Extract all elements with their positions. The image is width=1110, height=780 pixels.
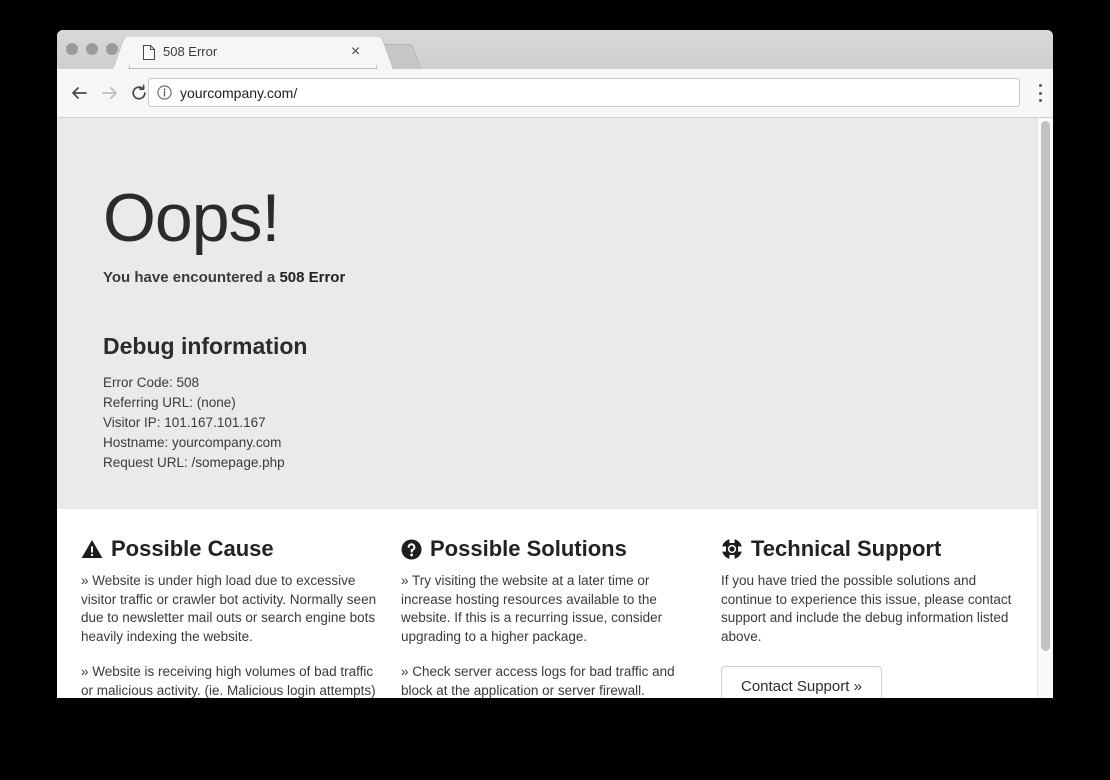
back-arrow-icon[interactable]	[64, 78, 94, 108]
page-content: Oops! You have encountered a 508 Error D…	[57, 118, 1037, 698]
debug-heading: Debug information	[103, 333, 308, 359]
error-subtitle-prefix: You have encountered a	[103, 269, 280, 286]
contact-support-button[interactable]: Contact Support »	[721, 666, 882, 698]
debug-line: Request URL: /somepage.php	[103, 455, 285, 470]
column-paragraph: » Website is receiving high volumes of b…	[81, 664, 376, 698]
column-paragraph: » Website is under high load due to exce…	[81, 573, 377, 644]
address-bar-url: yourcompany.com/	[180, 84, 298, 101]
column-paragraph: » Try visiting the website at a later ti…	[401, 573, 663, 644]
address-bar[interactable]: yourcompany.com/	[148, 78, 1020, 107]
column-heading-text: Possible Cause	[111, 536, 274, 561]
column-paragraph: If you have tried the possible solutions…	[721, 573, 1012, 644]
page-title: Oops!	[103, 180, 280, 256]
question-circle-icon	[401, 539, 422, 560]
minimize-window-button[interactable]	[86, 43, 98, 55]
browser-tabstrip: 508 Error ×	[57, 30, 1053, 70]
error-hero: Oops! You have encountered a 508 Error D…	[57, 118, 1037, 509]
page-viewport: Oops! You have encountered a 508 Error D…	[57, 118, 1053, 698]
lifebuoy-icon	[721, 538, 743, 560]
forward-arrow-icon	[95, 78, 125, 108]
page-icon	[143, 45, 155, 60]
browser-window: 508 Error × yourcompany.com/ Oops! You h…	[57, 30, 1053, 698]
debug-line: Hostname: yourcompany.com	[103, 435, 282, 450]
info-columns: Possible Cause » Website is under high l…	[57, 509, 1037, 698]
browser-toolbar: yourcompany.com/	[57, 69, 1053, 118]
window-controls	[66, 43, 118, 55]
three-dot-menu-icon[interactable]	[1030, 82, 1050, 104]
debug-list: Error Code: 508 Referring URL: (none) Vi…	[103, 373, 1037, 473]
column-possible-cause: Possible Cause » Website is under high l…	[81, 536, 377, 698]
debug-line: Error Code: 508	[103, 375, 200, 390]
close-icon[interactable]: ×	[348, 44, 363, 60]
error-code: 508 Error	[279, 269, 346, 286]
column-paragraph: » Check server access logs for bad traff…	[401, 664, 675, 698]
column-possible-solutions: Possible Solutions » Try visiting the we…	[401, 536, 697, 698]
technical-support-heading: Technical Support	[721, 536, 1017, 562]
column-technical-support: Technical Support If you have tried the …	[721, 536, 1017, 698]
debug-line: Referring URL: (none)	[103, 395, 236, 410]
close-window-button[interactable]	[66, 43, 78, 55]
debug-line: Visitor IP: 101.167.101.167	[103, 415, 266, 430]
error-subtitle: You have encountered a 508 Error	[103, 269, 1037, 286]
tab-title: 508 Error	[163, 44, 218, 59]
column-heading-text: Technical Support	[751, 536, 942, 561]
browser-tab-active[interactable]: 508 Error ×	[129, 37, 377, 69]
possible-cause-heading: Possible Cause	[81, 536, 377, 562]
column-heading-text: Possible Solutions	[430, 536, 627, 561]
page-scrollbar[interactable]	[1037, 118, 1053, 698]
scrollbar-thumb[interactable]	[1041, 121, 1050, 651]
warning-triangle-icon	[81, 539, 103, 559]
possible-solutions-heading: Possible Solutions	[401, 536, 697, 562]
maximize-window-button[interactable]	[106, 43, 118, 55]
info-icon[interactable]	[157, 85, 172, 100]
